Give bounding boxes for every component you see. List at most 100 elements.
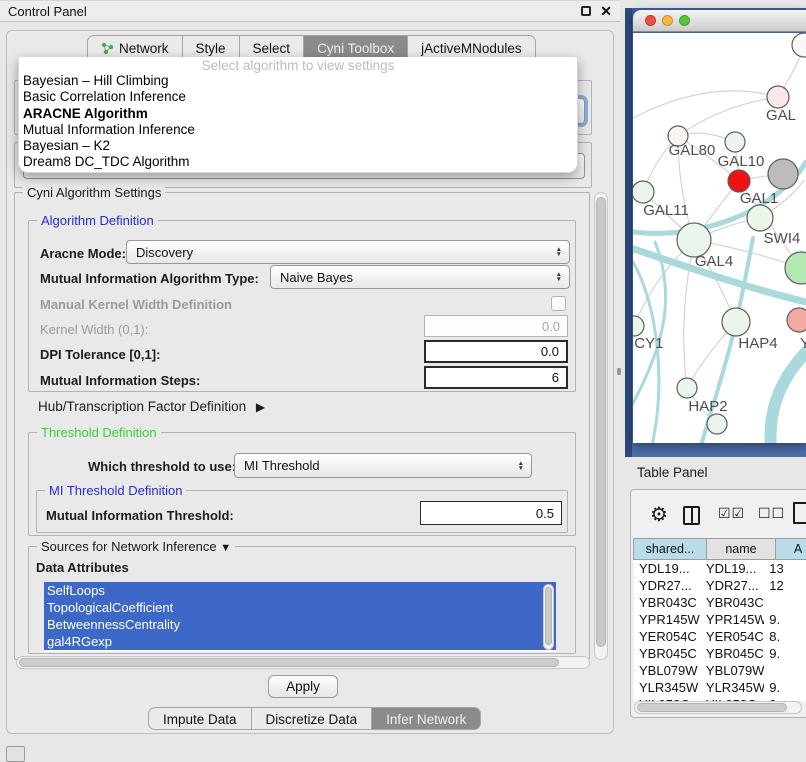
network-node[interactable]	[767, 86, 789, 108]
table-row[interactable]: YDL19...YDL19...13	[634, 560, 806, 577]
dropdown-item-basic-correlation-inference[interactable]: Basic Correlation Inference	[19, 89, 577, 105]
attribute-item-selfloops[interactable]: SelfLoops	[44, 582, 556, 599]
dpi-tolerance-input[interactable]: 0.0	[424, 340, 568, 363]
network-node[interactable]	[725, 132, 745, 152]
column-header-name[interactable]: name	[706, 538, 776, 560]
network-node[interactable]	[707, 414, 727, 434]
algorithm-definition-legend: Algorithm Definition	[37, 213, 158, 228]
tab-impute-data[interactable]: Impute Data	[148, 707, 252, 730]
sources-title: Sources for Network Inference	[41, 539, 217, 554]
network-node[interactable]	[677, 378, 697, 398]
scrollbar-thumb[interactable]	[19, 658, 559, 667]
table-row[interactable]: YBR043CYBR043C	[634, 594, 806, 611]
collapse-down-icon[interactable]: ▼	[220, 542, 231, 554]
aracne-mode-combobox[interactable]: Discovery ▲▼	[126, 240, 570, 264]
manual-kernel-checkbox[interactable]	[551, 296, 566, 311]
dropdown-item-dream8-dc-tdc-algorithm[interactable]: Dream8 DC_TDC Algorithm	[19, 154, 577, 170]
table-row[interactable]: YBL079WYBL079W	[634, 662, 806, 679]
tab-select[interactable]: Select	[239, 35, 305, 59]
attribute-item-betweennesscentrality[interactable]: BetweennessCentrality	[44, 616, 556, 633]
gear-icon[interactable]: ⚙	[650, 502, 668, 527]
network-window-titlebar[interactable]	[633, 10, 806, 32]
expand-right-icon[interactable]: ▶	[256, 400, 265, 414]
mi-threshold-input[interactable]: 0.5	[420, 501, 562, 525]
network-node[interactable]	[677, 223, 711, 257]
dropdown-item-mutual-information-inference[interactable]: Mutual Information Inference	[19, 122, 577, 138]
tab-style[interactable]: Style	[182, 35, 240, 59]
panel-collapse-button[interactable]	[6, 746, 25, 762]
kernel-width-input[interactable]: 0.0	[424, 315, 568, 337]
network-node[interactable]	[787, 308, 806, 332]
table-cell: YBR045C	[701, 645, 764, 662]
mi-type-combobox[interactable]: Naive Bayes ▲▼	[270, 265, 570, 289]
table-row[interactable]: YLR345WYLR345W9.	[634, 679, 806, 696]
table-cell: YLR345W	[701, 679, 764, 696]
import-table-icon[interactable]	[793, 502, 806, 524]
table-cell: 9.	[764, 611, 806, 628]
minimize-traffic-light[interactable]	[662, 15, 673, 26]
tab-discretize-data[interactable]: Discretize Data	[251, 707, 373, 730]
settings-horizontal-scrollbar[interactable]	[16, 656, 590, 669]
scrollbar-thumb[interactable]	[596, 197, 606, 647]
select-all-checks-icon[interactable]: ☑☑	[718, 505, 745, 522]
panel-divider-handle[interactable]	[617, 368, 621, 375]
table-horizontal-scrollbar[interactable]	[634, 701, 802, 714]
table-cell: YBL079W	[701, 662, 764, 679]
hub-section-label[interactable]: Hub/Transcription Factor Definition ▶	[38, 399, 265, 414]
column-header-shared-[interactable]: shared...	[633, 538, 707, 560]
tab-cyni-toolbox[interactable]: Cyni Toolbox	[303, 35, 408, 59]
close-icon[interactable]: ✕	[600, 6, 612, 16]
kernel-width-label: Kernel Width (0,1):	[40, 322, 148, 337]
float-window-icon[interactable]	[581, 6, 591, 16]
network-node[interactable]	[785, 252, 806, 284]
network-window: GALGAL80GAL10GAL1GAL11SWI4GAL4GCY1HAP4YH…	[633, 10, 806, 443]
aracne-mode-value: Discovery	[136, 245, 193, 260]
dropdown-item-bayesian-hill-climbing[interactable]: Bayesian – Hill Climbing	[19, 73, 577, 89]
network-node[interactable]	[722, 308, 750, 336]
network-node[interactable]	[728, 170, 750, 192]
attribute-item-gal4rgexp[interactable]: gal4RGexp	[44, 633, 556, 650]
mi-threshold-label: Mutual Information Threshold:	[46, 508, 234, 523]
table-row[interactable]: YBR045CYBR045C9.	[634, 645, 806, 662]
dropdown-item-aracne-algorithm[interactable]: ARACNE Algorithm	[19, 106, 577, 122]
tab-label: Network	[119, 41, 169, 56]
network-node[interactable]	[768, 159, 798, 189]
column-header-a[interactable]: A	[775, 538, 806, 560]
table-cell: YDL19...	[634, 560, 701, 577]
dropdown-item-bayesian-k2[interactable]: Bayesian – K2	[19, 138, 577, 154]
network-node[interactable]	[747, 205, 773, 231]
attribute-item-topologicalcoefficient[interactable]: TopologicalCoefficient	[44, 599, 556, 616]
table-row[interactable]: YPR145WYPR145W9.	[634, 611, 806, 628]
deselect-all-checks-icon[interactable]: ☐☐	[758, 505, 785, 522]
close-traffic-light[interactable]	[645, 15, 656, 26]
scrollbar-thumb[interactable]	[545, 587, 552, 645]
sources-legend: Sources for Network Inference ▼	[37, 539, 235, 554]
column-layout-icon[interactable]	[683, 506, 700, 525]
tab-label: Cyni Toolbox	[317, 41, 394, 56]
settings-vertical-scrollbar[interactable]	[594, 192, 608, 660]
tab-infer-network[interactable]: Infer Network	[371, 707, 481, 730]
dropdown-items: Bayesian – Hill ClimbingBasic Correlatio…	[19, 73, 577, 171]
network-edge	[633, 91, 778, 118]
attribute-list-scrollbar[interactable]	[543, 584, 554, 650]
mi-steps-input[interactable]: 6	[424, 366, 568, 389]
table-cell: 9.	[764, 645, 806, 662]
network-canvas[interactable]: GALGAL80GAL10GAL1GAL11SWI4GAL4GCY1HAP4YH…	[633, 33, 806, 443]
scrollbar-thumb[interactable]	[637, 703, 787, 712]
node-label-hap2: HAP2	[688, 398, 727, 415]
tab-label: Select	[253, 41, 291, 56]
table-row[interactable]: YDR27...YDR27...12	[634, 577, 806, 594]
apply-button[interactable]: Apply	[268, 675, 338, 698]
node-label-gal80: GAL80	[669, 142, 716, 159]
table-row[interactable]: YER054CYER054C8.	[634, 628, 806, 645]
zoom-traffic-light[interactable]	[679, 15, 690, 26]
tab-network[interactable]: Network	[87, 35, 183, 59]
combo-arrows-icon: ▲▼	[556, 272, 562, 282]
node-label-gal1: GAL1	[740, 190, 778, 207]
tab-label: jActiveMNodules	[421, 41, 522, 56]
network-node[interactable]	[633, 181, 654, 203]
network-node[interactable]	[792, 33, 806, 57]
network-node[interactable]	[633, 316, 644, 336]
which-threshold-combobox[interactable]: MI Threshold ▲▼	[234, 453, 532, 478]
tab-jactivemnodules[interactable]: jActiveMNodules	[407, 35, 536, 59]
